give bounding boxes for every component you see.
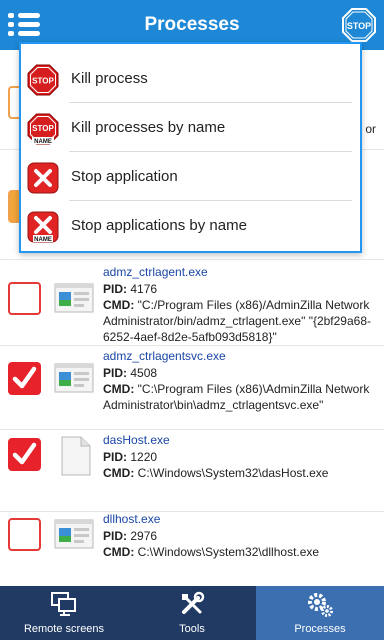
blank-file-icon	[61, 436, 91, 476]
cmd-label: CMD:	[103, 466, 135, 480]
nav-tab-label: Remote screens	[23, 623, 105, 635]
process-pid: PID: 4176	[103, 281, 375, 297]
menu-item-label: Kill processes by name	[71, 119, 226, 136]
process-cmd: CMD: C:\Windows\System32\dllhost.exe	[103, 544, 375, 560]
pid-label: PID:	[103, 529, 127, 543]
process-pid: PID: 2976	[103, 528, 375, 544]
application-window-icon	[54, 363, 94, 393]
cmd-label: CMD:	[103, 382, 135, 396]
process-checkbox[interactable]	[8, 518, 41, 551]
menu-item-kill-by-name[interactable]: STOP NAME Kill processes by name	[21, 105, 360, 153]
process-cmd-text: or	[365, 122, 376, 136]
process-name[interactable]: dllhost.exe	[103, 512, 160, 526]
process-name[interactable]: admz_ctrlagent.exe	[103, 265, 208, 279]
nav-tab-tools[interactable]: Tools	[128, 586, 256, 640]
cmd-value: "C:\Program Files (x86)\AdminZilla Netwo…	[103, 382, 370, 412]
pid-value: 1220	[130, 450, 158, 464]
list-item[interactable]: admz_ctrlagentsvc.exe PID: 4508 CMD: "C:…	[0, 346, 384, 430]
menu-item-label: Stop applications by name	[71, 217, 247, 234]
stop-sign-icon: STOP	[342, 8, 376, 42]
menu-divider	[69, 200, 352, 201]
nav-tab-label: Processes	[294, 623, 346, 635]
process-cmd: CMD: "C:\Program Files (x86)\AdminZilla …	[103, 381, 375, 413]
process-cmd: CMD: C:\Windows\System32\dasHost.exe	[103, 465, 375, 481]
checkmark-icon	[12, 366, 37, 389]
nav-tab-label: Tools	[179, 623, 205, 635]
pid-value: 4176	[130, 282, 158, 296]
stop-button[interactable]: STOP	[342, 8, 376, 42]
nav-tab-remote-screens[interactable]: Remote screens	[0, 586, 128, 640]
monitors-icon	[51, 592, 76, 616]
red-x-icon	[27, 162, 59, 194]
svg-text:STOP: STOP	[32, 124, 54, 133]
list-item[interactable]: dasHost.exe PID: 1220 CMD: C:\Windows\Sy…	[0, 430, 384, 512]
stop-name-icon: STOP NAME	[27, 113, 59, 145]
process-action-menu: STOP Kill process STOP NAME Kill process…	[19, 42, 362, 253]
menu-item-label: Kill process	[71, 70, 148, 87]
cmd-label: CMD:	[103, 298, 135, 312]
application-window-icon	[54, 519, 94, 549]
svg-text:STOP: STOP	[32, 77, 54, 86]
nav-tab-processes[interactable]: Processes	[256, 586, 384, 640]
process-pid: PID: 1220	[103, 449, 375, 465]
cmd-value: "C:/Program Files (x86)/AdminZilla Netwo…	[103, 298, 372, 344]
red-x-name-icon: NAME	[27, 211, 59, 243]
checkmark-icon	[12, 442, 37, 465]
tools-icon	[182, 591, 205, 614]
menu-item-stop-application[interactable]: Stop application	[21, 154, 360, 202]
stop-sign-icon: STOP	[27, 64, 59, 96]
list-item[interactable]: admz_ctrlagent.exe PID: 4176 CMD: "C:/Pr…	[0, 260, 384, 346]
menu-item-kill-process[interactable]: STOP Kill process	[21, 56, 360, 104]
pid-label: PID:	[103, 450, 127, 464]
pid-label: PID:	[103, 366, 127, 380]
list-item[interactable]: dllhost.exe PID: 2976 CMD: C:\Windows\Sy…	[0, 512, 384, 586]
gears-icon	[308, 593, 333, 617]
menu-item-label: Stop application	[71, 168, 178, 185]
cmd-value: C:\Windows\System32\dasHost.exe	[137, 466, 329, 480]
pid-value: 4508	[130, 366, 158, 380]
page-title: Processes	[144, 14, 240, 35]
process-cmd: CMD: "C:/Program Files (x86)/AdminZilla …	[103, 297, 375, 345]
pid-label: PID:	[103, 282, 127, 296]
cmd-value: C:\Windows\System32\dllhost.exe	[137, 545, 320, 559]
application-window-icon	[54, 283, 94, 313]
svg-text:NAME: NAME	[34, 237, 52, 243]
svg-text:NAME: NAME	[34, 139, 52, 145]
pid-value: 2976	[130, 529, 158, 543]
menu-item-stop-apps-by-name[interactable]: NAME Stop applications by name	[21, 203, 360, 251]
svg-text:STOP: STOP	[347, 21, 371, 31]
process-checkbox[interactable]	[8, 282, 41, 315]
process-name[interactable]: dasHost.exe	[103, 433, 170, 447]
menu-divider	[69, 102, 352, 103]
process-checkbox[interactable]	[8, 438, 41, 471]
process-name[interactable]: admz_ctrlagentsvc.exe	[103, 349, 226, 363]
cmd-label: CMD:	[103, 545, 135, 559]
process-checkbox[interactable]	[8, 362, 41, 395]
bottom-navigation: Remote screens Tools Processes	[0, 586, 384, 640]
process-pid: PID: 4508	[103, 365, 375, 381]
menu-divider	[69, 151, 352, 152]
